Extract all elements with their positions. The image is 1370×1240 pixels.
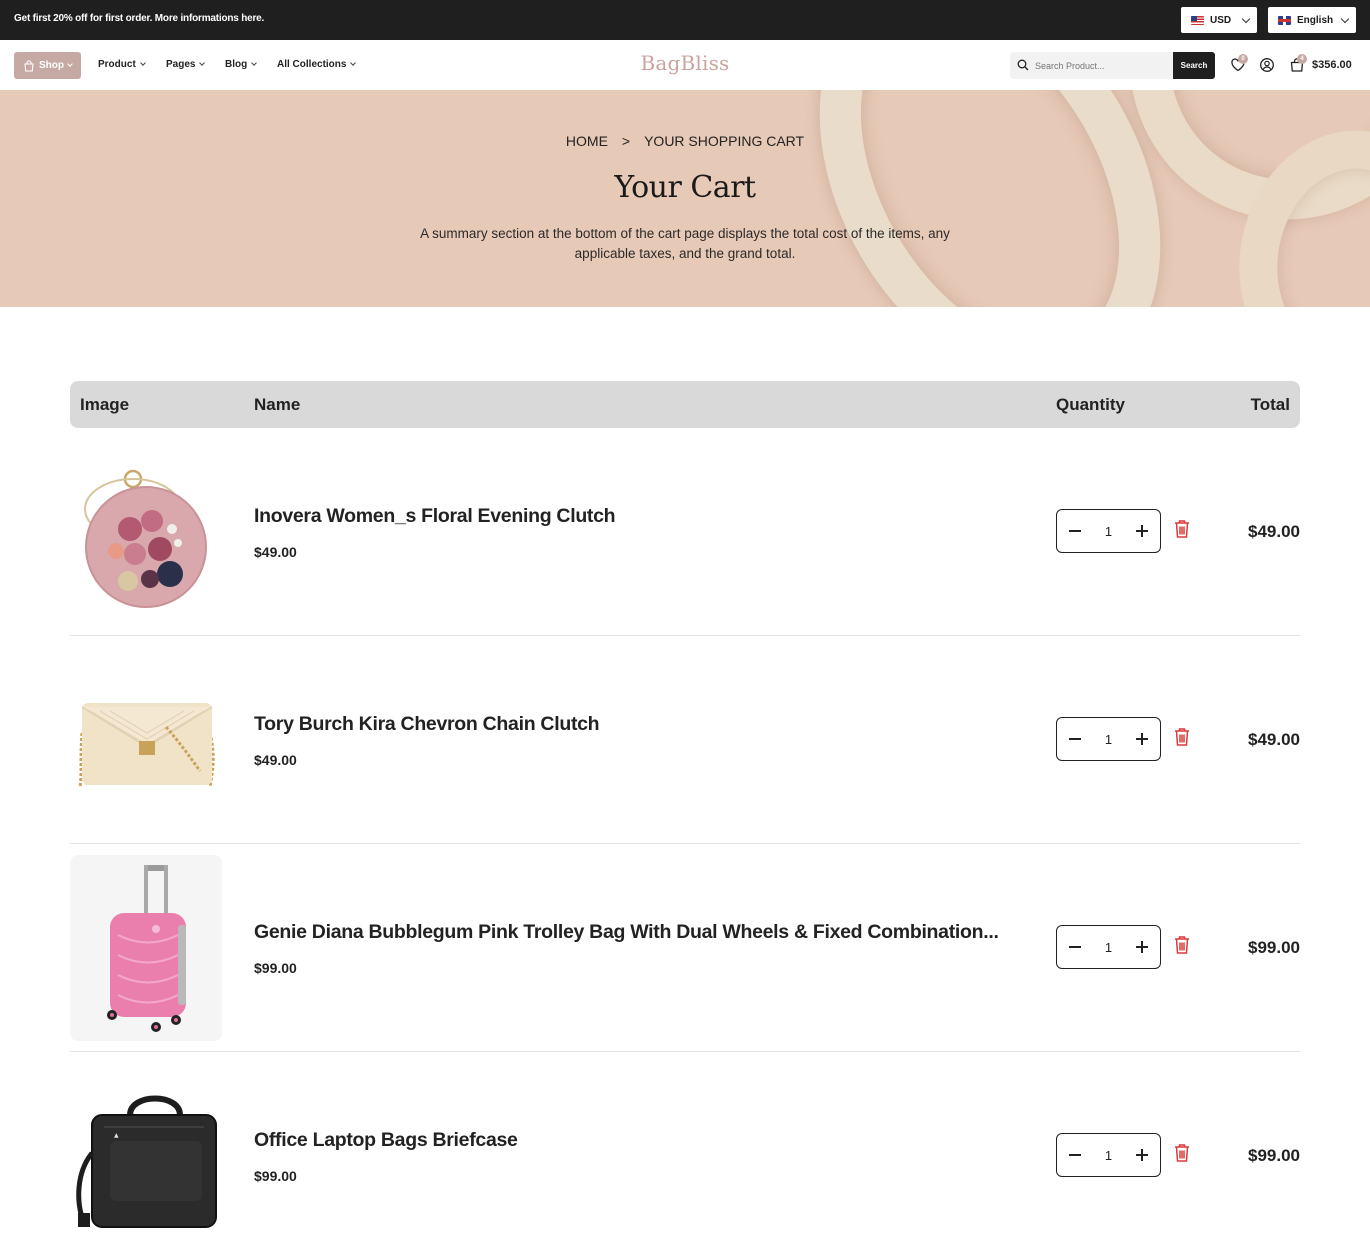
cart-row: Tory Burch Kira Chevron Chain Clutch $49… — [70, 636, 1300, 844]
product-unit-price: $49.00 — [254, 544, 297, 560]
line-total: $99.00 — [1248, 1146, 1300, 1165]
language-select[interactable]: English — [1268, 7, 1356, 33]
search-bar: Search — [1010, 52, 1215, 79]
uk-flag-icon — [1278, 15, 1291, 25]
breadcrumb-home-link[interactable]: HOME — [566, 133, 608, 149]
line-total: $99.00 — [1248, 938, 1300, 957]
us-flag-icon — [1191, 15, 1204, 25]
decrease-quantity-button[interactable] — [1069, 738, 1081, 740]
increase-quantity-button[interactable] — [1135, 1149, 1148, 1161]
column-header-quantity: Quantity — [1056, 395, 1125, 414]
quantity-stepper: 1 — [1056, 1133, 1161, 1177]
product-image[interactable] — [70, 647, 222, 833]
product-image[interactable] — [70, 439, 222, 625]
line-total: $49.00 — [1248, 730, 1300, 749]
decrease-quantity-button[interactable] — [1069, 1154, 1081, 1156]
column-header-name: Name — [254, 395, 301, 414]
laptop-briefcase-image: ▲ — [76, 1095, 217, 1228]
announcement-bar: Get first 20% off for first order. More … — [0, 0, 1370, 40]
chevron-clutch-image — [78, 703, 215, 788]
currency-value: USD — [1210, 14, 1232, 26]
increase-quantity-button[interactable] — [1135, 941, 1148, 953]
page-title: Your Cart — [614, 170, 756, 205]
product-image[interactable]: ▲ — [70, 1063, 222, 1240]
quantity-value[interactable]: 1 — [1105, 940, 1112, 955]
quantity-stepper: 1 — [1056, 925, 1161, 969]
breadcrumb-separator: > — [621, 133, 631, 149]
wishlist-count-badge: 0 — [1238, 54, 1248, 64]
product-name-link[interactable]: Tory Burch Kira Chevron Chain Clutch — [254, 713, 600, 736]
cart-row: Genie Diana Bubblegum Pink Trolley Bag W… — [70, 844, 1300, 1052]
product-unit-price: $49.00 — [254, 752, 297, 768]
product-name-link[interactable]: Inovera Women_s Floral Evening Clutch — [254, 505, 616, 528]
product-unit-price: $99.00 — [254, 1168, 297, 1184]
quantity-stepper: 1 — [1056, 509, 1161, 553]
search-input[interactable] — [1035, 57, 1175, 74]
cart-count-badge: 4 — [1297, 54, 1307, 64]
main-nav: Shop Product Pages Blog All Collections … — [0, 40, 1370, 90]
cart-table-header: Image Name Quantity Total — [70, 381, 1300, 428]
breadcrumb-current: YOUR SHOPPING CART — [644, 133, 805, 149]
product-name-link[interactable]: Genie Diana Bubblegum Pink Trolley Bag W… — [254, 921, 999, 944]
product-image[interactable] — [70, 855, 222, 1041]
page-banner: HOME > YOUR SHOPPING CART Your Cart A summ… — [0, 90, 1370, 307]
promo-text[interactable]: Get first 20% off for first order. More … — [14, 13, 264, 24]
account-user-icon[interactable] — [1259, 57, 1275, 73]
column-header-image: Image — [80, 395, 130, 414]
language-value: English — [1297, 14, 1334, 26]
trash-icon[interactable] — [1173, 519, 1191, 539]
search-button[interactable]: Search — [1173, 52, 1215, 79]
cart-row: ▲ Office Laptop Bags Briefcase $99.00 1 … — [70, 1052, 1300, 1240]
page-description: A summary section at the bottom of the c… — [420, 226, 950, 261]
column-header-total: Total — [1250, 395, 1290, 414]
cart-row: Inovera Women_s Floral Evening Clutch $4… — [70, 428, 1300, 636]
currency-select[interactable]: USD — [1181, 7, 1257, 33]
breadcrumb: HOME > YOUR SHOPPING CART — [0, 133, 1370, 149]
decrease-quantity-button[interactable] — [1069, 530, 1081, 532]
product-name-link[interactable]: Office Laptop Bags Briefcase — [254, 1129, 518, 1152]
chevron-down-icon — [1340, 14, 1350, 23]
chevron-down-icon — [1241, 14, 1251, 23]
search-icon — [1017, 59, 1029, 71]
floral-clutch-image — [84, 469, 207, 608]
product-unit-price: $99.00 — [254, 960, 297, 976]
quantity-value[interactable]: 1 — [1105, 732, 1112, 747]
trash-icon[interactable] — [1173, 727, 1191, 747]
pink-trolley-image — [107, 865, 186, 1032]
quantity-value[interactable]: 1 — [1105, 1148, 1112, 1163]
increase-quantity-button[interactable] — [1135, 733, 1148, 745]
line-total: $49.00 — [1248, 522, 1300, 541]
decrease-quantity-button[interactable] — [1069, 946, 1081, 948]
trash-icon[interactable] — [1173, 935, 1191, 955]
quantity-stepper: 1 — [1056, 717, 1161, 761]
cart-total-amount[interactable]: $356.00 — [1312, 59, 1352, 71]
quantity-value[interactable]: 1 — [1105, 524, 1112, 539]
svg-text:▲: ▲ — [114, 1132, 119, 1139]
trash-icon[interactable] — [1173, 1143, 1191, 1163]
increase-quantity-button[interactable] — [1135, 525, 1148, 537]
